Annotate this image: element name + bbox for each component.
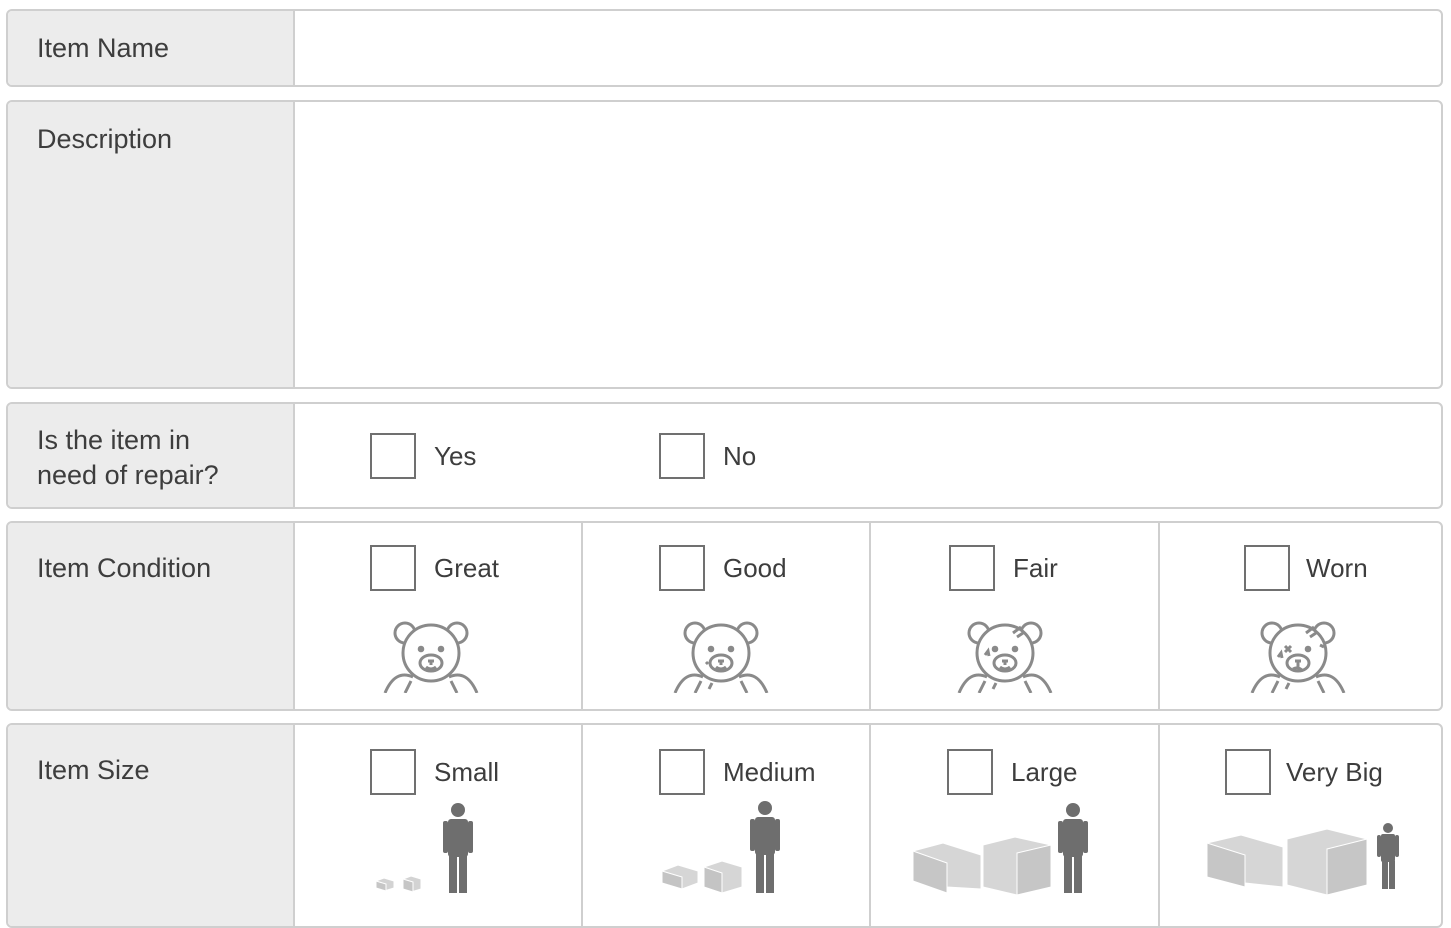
teddy-bear-great-icon — [383, 621, 479, 693]
size-divider-1 — [581, 725, 583, 926]
condition-divider-3 — [1158, 523, 1160, 709]
size-very-big-label: Very Big — [1286, 757, 1383, 787]
condition-worn-checkbox[interactable] — [1244, 545, 1290, 591]
condition-divider-2 — [869, 523, 871, 709]
description-row: Description — [6, 100, 1443, 389]
size-label: Item Size — [8, 725, 295, 926]
item-name-label: Item Name — [8, 11, 295, 85]
small-boxes-person-icon — [375, 803, 473, 893]
item-name-row: Item Name — [6, 9, 1443, 87]
description-field[interactable] — [295, 102, 1441, 387]
condition-great-label: Great — [434, 553, 500, 583]
repair-yes-checkbox[interactable] — [370, 433, 416, 479]
description-label-text: Description — [37, 124, 173, 154]
very-big-boxes-person-icon — [1206, 823, 1399, 895]
size-medium-checkbox[interactable] — [659, 749, 705, 795]
size-divider-3 — [1158, 725, 1160, 926]
repair-options: Yes No — [295, 404, 1441, 507]
size-row: Item Size Small Medium Large Very Big — [6, 723, 1443, 928]
condition-worn-label: Worn — [1306, 553, 1368, 583]
condition-great-checkbox[interactable] — [370, 545, 416, 591]
repair-yes-label: Yes — [434, 441, 477, 471]
item-name-field[interactable] — [295, 11, 1441, 85]
repair-label: Is the item in need of repair? — [8, 404, 295, 507]
item-name-label-text: Item Name — [37, 33, 170, 63]
size-label-text: Item Size — [37, 755, 150, 785]
condition-options: Great Good Fair Worn — [295, 523, 1441, 709]
condition-row: Item Condition Great Good Fair Worn — [6, 521, 1443, 711]
size-very-big-checkbox[interactable] — [1225, 749, 1271, 795]
teddy-bear-fair-icon — [957, 621, 1053, 693]
medium-boxes-person-icon — [661, 801, 780, 894]
teddy-bear-worn-icon — [1250, 621, 1346, 693]
repair-label-line1: Is the item in — [37, 425, 191, 455]
repair-no-label: No — [723, 441, 757, 471]
size-options: Small Medium Large Very Big — [295, 725, 1441, 926]
condition-good-label: Good — [723, 553, 787, 583]
condition-good-checkbox[interactable] — [659, 545, 705, 591]
condition-fair-checkbox[interactable] — [949, 545, 995, 591]
condition-label: Item Condition — [8, 523, 295, 709]
size-large-label: Large — [1011, 757, 1078, 787]
repair-no-checkbox[interactable] — [659, 433, 705, 479]
condition-divider-1 — [581, 523, 583, 709]
description-label: Description — [8, 102, 295, 387]
repair-row: Is the item in need of repair? Yes No — [6, 402, 1443, 509]
size-large-checkbox[interactable] — [947, 749, 993, 795]
size-small-label: Small — [434, 757, 500, 787]
teddy-bear-good-icon — [673, 621, 769, 693]
repair-label-line2: need of repair? — [37, 460, 219, 490]
size-medium-label: Medium — [723, 757, 816, 787]
condition-label-text: Item Condition — [37, 553, 212, 583]
size-divider-2 — [869, 725, 871, 926]
large-boxes-person-icon — [912, 803, 1088, 895]
size-small-checkbox[interactable] — [370, 749, 416, 795]
condition-fair-label: Fair — [1013, 553, 1058, 583]
